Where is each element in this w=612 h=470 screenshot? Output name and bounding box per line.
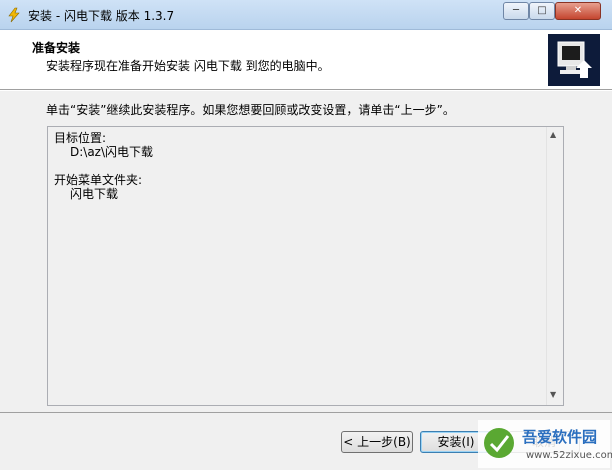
title-bar[interactable]: 安装 - 闪电下载 版本 1.3.7 ─ □ ✕ [0,0,612,30]
page-subtitle: 安装程序现在准备开始安装 闪电下载 到您的电脑中。 [46,59,330,73]
ready-memo[interactable]: 目标位置: D:\az\闪电下载 开始菜单文件夹: 闪电下载 ▲ ▼ [47,126,564,406]
maximize-button[interactable]: □ [529,2,555,20]
back-button[interactable]: < 上一步(B) [341,431,413,453]
lightning-app-icon [8,7,20,23]
wizard-header: 准备安装 安装程序现在准备开始安装 闪电下载 到您的电脑中。 [0,31,612,90]
close-button[interactable]: ✕ [555,2,601,20]
scroll-down-icon[interactable]: ▼ [550,390,556,399]
memo-line-dest-path: D:\az\闪电下载 [70,145,154,159]
page-title: 准备安装 [32,41,81,55]
memo-line-dest-label: 目标位置: [54,131,107,145]
memo-line-startmenu-label: 开始菜单文件夹: [54,173,143,187]
watermark-url: www.52zixue.com [526,450,612,461]
scroll-up-icon[interactable]: ▲ [550,130,556,139]
watermark-logo-icon [484,428,514,458]
watermark-name: 吾爱软件园 [522,428,598,446]
instruction-text: 单击“安装”继续此安装程序。如果您想要回顾或改变设置，请单击“上一步”。 [46,103,455,117]
memo-scrollbar[interactable]: ▲ ▼ [546,127,563,405]
wizard-body: 单击“安装”继续此安装程序。如果您想要回顾或改变设置，请单击“上一步”。 目标位… [0,91,612,412]
computer-install-icon [548,34,600,86]
window-title: 安装 - 闪电下载 版本 1.3.7 [28,9,175,23]
site-watermark: 吾爱软件园 www.52zixue.com [478,420,612,468]
memo-line-startmenu-folder: 闪电下载 [70,187,119,201]
minimize-button[interactable]: ─ [503,2,529,20]
